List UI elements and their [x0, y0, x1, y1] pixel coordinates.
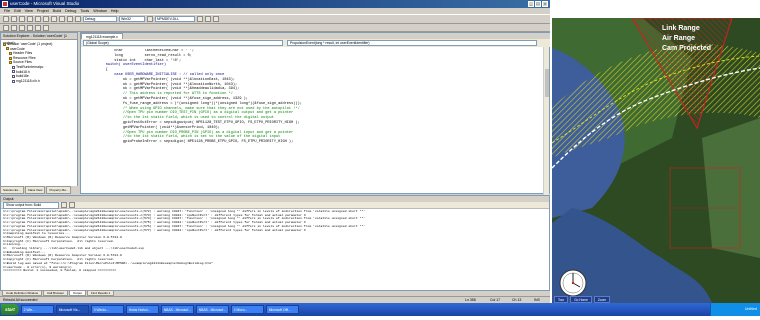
solution-explorer: Solution Explorer - Solution 'userCode' …: [0, 32, 78, 194]
status-bar: Rebuild All succeeded Ln 358 Col 17 Ch 1…: [0, 296, 550, 303]
tab-class-view[interactable]: Class View: [24, 186, 46, 194]
platform-select[interactable]: Win32: [119, 16, 145, 22]
next-bookmark-icon[interactable]: [43, 24, 49, 31]
open-file-icon[interactable]: [11, 16, 17, 22]
close-button[interactable]: ×: [542, 1, 548, 7]
output-text[interactable]: 1>c:\program files\micropilot\mpsdk\..\e…: [1, 209, 549, 274]
cut-icon[interactable]: [35, 16, 41, 22]
visual-studio-icon: [2, 1, 8, 7]
redo-icon[interactable]: [67, 16, 73, 22]
undo-icon[interactable]: [59, 16, 65, 22]
legend-cam-projected: Cam Projected: [662, 45, 711, 52]
output-line: ========== Build: 1 succeeded, 0 failed,…: [3, 269, 117, 273]
scope-dropdown[interactable]: (Global Scope): [83, 40, 283, 46]
output-toolbar: Show output from: Build: [1, 201, 549, 209]
indent-icon[interactable]: [3, 24, 9, 31]
taskbar-item[interactable]: 2 Win...: [20, 305, 54, 314]
code-text-area[interactable]: char lastReceivedChar = ' '; long servo_…: [97, 49, 543, 193]
taskbar-item[interactable]: NBAS - Microsof...: [160, 305, 194, 314]
code-line: gpioProbeInError = sepsdigin( NPE1128_PR…: [97, 140, 294, 145]
solution-explorer-icon[interactable]: [197, 16, 203, 22]
maximize-button[interactable]: □: [535, 1, 541, 7]
bookmark-icon[interactable]: [35, 24, 41, 31]
save-all-icon[interactable]: [27, 16, 33, 22]
solution-config-select[interactable]: Debug: [83, 16, 117, 22]
start-button[interactable]: start: [1, 304, 19, 315]
save-icon[interactable]: [19, 16, 25, 22]
folder-icon: [9, 61, 12, 65]
start-debug-icon[interactable]: [75, 16, 81, 22]
system-tray[interactable]: Untitled: [710, 303, 760, 316]
file-icon: [12, 74, 15, 78]
uncomment-icon[interactable]: [27, 24, 33, 31]
taskbar-item[interactable]: Holos Horizo...: [125, 305, 159, 314]
comment-icon[interactable]: [19, 24, 25, 31]
map-top-strip: [552, 0, 760, 18]
solution-tree: Solution 'userCode' (1 project) userCode…: [1, 40, 77, 85]
taskbar-item[interactable]: Microsoft Offi...: [265, 305, 299, 314]
map-view[interactable]: Link Range Air Range Cam Projected Tour …: [552, 18, 760, 303]
explorer-tabs: Solution Ex... Class View Property Ma...: [0, 186, 78, 194]
status-text: Rebuild All succeeded: [3, 298, 38, 302]
taskbar-item[interactable]: Microsoft Vis...: [55, 305, 89, 314]
zoom-button[interactable]: Zoom: [593, 296, 610, 303]
map-canvas: Link Range Air Range Cam Projected: [552, 18, 760, 303]
solution-explorer-title: Solution Explorer - Solution 'userCode' …: [1, 33, 77, 45]
tree-item-file[interactable]: mg121118.c/h.h: [3, 79, 75, 84]
project-icon: [6, 47, 9, 51]
minimize-button[interactable]: _: [528, 1, 534, 7]
window-controls: _ □ ×: [528, 1, 548, 7]
file-icon: [12, 70, 15, 74]
editor-scrollbar[interactable]: [543, 47, 549, 195]
visual-studio-window: userCode - Microsoft Visual Studio _ □ ×…: [0, 0, 550, 316]
find-target-select[interactable]: NPMDEV.DLL: [155, 16, 195, 22]
scrollbar-thumb[interactable]: [545, 69, 549, 97]
go-home-button[interactable]: Go Home: [570, 296, 592, 303]
window-title-bar: userCode - Microsoft Visual Studio _ □ ×: [0, 0, 550, 8]
legend-air-range: Air Range: [662, 35, 695, 42]
text-editor-toolbar: [0, 24, 550, 32]
solution-icon: [3, 42, 6, 46]
output-pane: Output Show output from: Build 1>c:\prog…: [0, 195, 550, 291]
file-icon: [12, 79, 15, 83]
editor-navigation-bar: (Global Scope) PropulsionEvent(long * re…: [81, 39, 550, 47]
map-controls: Tour Go Home Zoom: [552, 296, 760, 303]
copy-icon[interactable]: [43, 16, 49, 22]
clear-all-icon[interactable]: [61, 202, 67, 208]
taskbar-item[interactable]: 3 Windo...: [90, 305, 124, 314]
paste-icon[interactable]: [51, 16, 57, 22]
standard-toolbar: Debug Win32 NPMDEV.DLL: [0, 14, 550, 24]
find-icon[interactable]: [147, 16, 153, 22]
tour-button[interactable]: Tour: [554, 296, 569, 303]
toolbox-icon[interactable]: [213, 16, 219, 22]
new-project-icon[interactable]: [3, 16, 9, 22]
tab-solution-explorer[interactable]: Solution Ex...: [0, 186, 24, 194]
folder-icon: [9, 51, 12, 55]
taskbar-item[interactable]: 2 Micro...: [230, 305, 264, 314]
member-dropdown[interactable]: PropulsionEvent(long * result, int userE…: [287, 40, 537, 46]
word-wrap-icon[interactable]: [69, 202, 75, 208]
legend-link-range: Link Range: [662, 25, 700, 32]
folder-icon: [9, 56, 12, 60]
code-editor: mg121118 example.c (Global Scope) Propul…: [80, 32, 550, 195]
taskbar-item[interactable]: NBAS - Microsof...: [195, 305, 229, 314]
tab-property-manager[interactable]: Property Ma...: [46, 186, 72, 194]
file-icon: [12, 65, 15, 69]
outdent-icon[interactable]: [11, 24, 17, 31]
window-title: userCode - Microsoft Visual Studio: [10, 1, 80, 6]
show-output-from-select[interactable]: Show output from: Build: [3, 201, 59, 209]
properties-icon[interactable]: [205, 16, 211, 22]
compass-icon[interactable]: [558, 268, 588, 298]
windows-taskbar: start 2 Win... Microsoft Vis... 3 Windo.…: [0, 303, 760, 316]
